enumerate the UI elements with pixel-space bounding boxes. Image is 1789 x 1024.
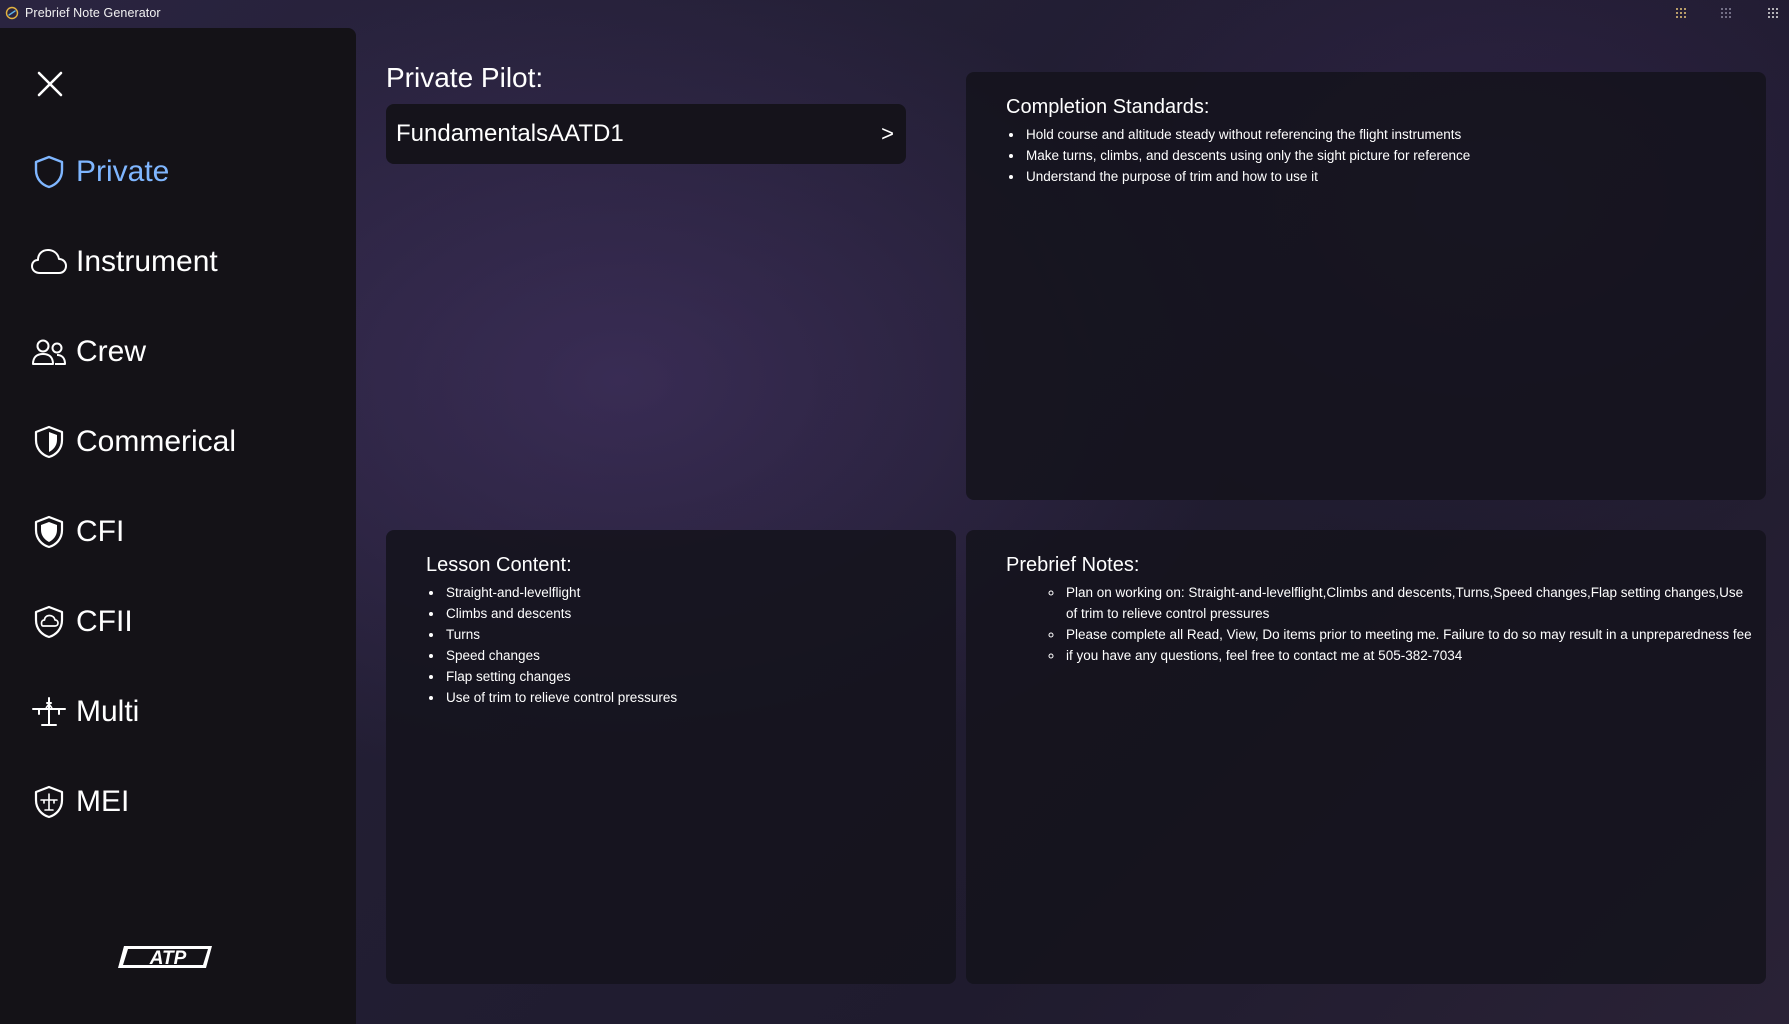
lesson-select-dropdown[interactable]: FundamentalsAATD1 > (386, 104, 906, 164)
completion-standards-list: Hold course and altitude steady without … (1006, 124, 1470, 187)
people-icon (30, 333, 68, 371)
page-title: Private Pilot: (386, 62, 544, 93)
list-item: Flap setting changes (444, 666, 677, 687)
lesson-content-title: Lesson Content: (426, 554, 572, 576)
list-item: Please complete all Read, View, Do items… (1064, 624, 1758, 645)
sidebar-item-commerical[interactable]: Commerical (30, 416, 236, 468)
title-bar: Prebrief Note Generator (0, 0, 1789, 26)
sidebar-item-private[interactable]: Private (30, 146, 169, 198)
shield-icon (30, 153, 68, 191)
lesson-content-panel: Lesson Content: Straight-and-levelflight… (386, 530, 956, 984)
lesson-content-list: Straight-and-levelflight Climbs and desc… (426, 582, 677, 708)
list-item: Plan on working on: Straight-and-levelfl… (1064, 582, 1758, 624)
list-item: Speed changes (444, 645, 677, 666)
prebrief-notes-list: Plan on working on: Straight-and-levelfl… (1046, 582, 1758, 666)
list-item: Turns (444, 624, 677, 645)
sidebar-item-cfii[interactable]: CFII (30, 596, 133, 648)
cloud-icon (30, 243, 68, 281)
prebrief-notes-panel: Prebrief Notes: Plan on working on: Stra… (966, 530, 1766, 984)
list-item: Make turns, climbs, and descents using o… (1024, 145, 1470, 166)
sidebar-item-instrument[interactable]: Instrument (30, 236, 218, 288)
airplane-icon (30, 693, 68, 731)
grid-icon (1721, 8, 1731, 18)
sidebar-item-multi[interactable]: Multi (30, 686, 139, 738)
sidebar-item-label: CFII (76, 605, 133, 638)
lesson-select-value: FundamentalsAATD1 (396, 120, 624, 147)
list-item: Use of trim to relieve control pressures (444, 687, 677, 708)
grid-menu-button-2[interactable] (1717, 4, 1735, 22)
sidebar-item-mei[interactable]: MEI (30, 776, 129, 828)
sidebar-item-label: CFI (76, 515, 125, 548)
grid-icon (1676, 8, 1686, 18)
atp-logo-text: ATP (149, 948, 187, 969)
sidebar-item-cfi[interactable]: CFI (30, 506, 124, 558)
sidebar-item-label: Crew (76, 335, 147, 368)
grid-icon (1768, 8, 1778, 18)
prebrief-notes-title: Prebrief Notes: (1006, 554, 1140, 576)
sidebar-item-label: MEI (76, 785, 130, 818)
sidebar-item-crew[interactable]: Crew (30, 326, 146, 378)
list-item: if you have any questions, feel free to … (1064, 645, 1758, 666)
completion-standards-panel: Completion Standards: Hold course and al… (966, 72, 1766, 500)
list-item: Climbs and descents (444, 603, 677, 624)
sidebar-item-label: Instrument (76, 245, 218, 278)
app-logo-icon (5, 6, 19, 20)
sidebar: Private Instrument Crew Commerical CFI C… (0, 28, 356, 1024)
close-sidebar-button[interactable] (32, 66, 68, 102)
list-item: Hold course and altitude steady without … (1024, 124, 1470, 145)
shield-cloud-icon (30, 603, 68, 641)
grid-menu-button-1[interactable] (1672, 4, 1690, 22)
shield-airplane-icon (30, 783, 68, 821)
grid-menu-button-3[interactable] (1764, 4, 1782, 22)
list-item: Understand the purpose of trim and how t… (1024, 166, 1470, 187)
completion-standards-title: Completion Standards: (1006, 96, 1210, 118)
shield-half-icon (30, 513, 68, 551)
close-icon (37, 71, 63, 97)
shield-half-icon (30, 423, 68, 461)
list-item: Straight-and-levelflight (444, 582, 677, 603)
sidebar-item-label: Private (76, 155, 170, 188)
sidebar-item-label: Commerical (76, 425, 237, 458)
chevron-right-icon: > (881, 121, 894, 146)
atp-logo: ATP (118, 946, 212, 969)
sidebar-item-label: Multi (76, 695, 140, 728)
window-title: Prebrief Note Generator (25, 6, 161, 20)
